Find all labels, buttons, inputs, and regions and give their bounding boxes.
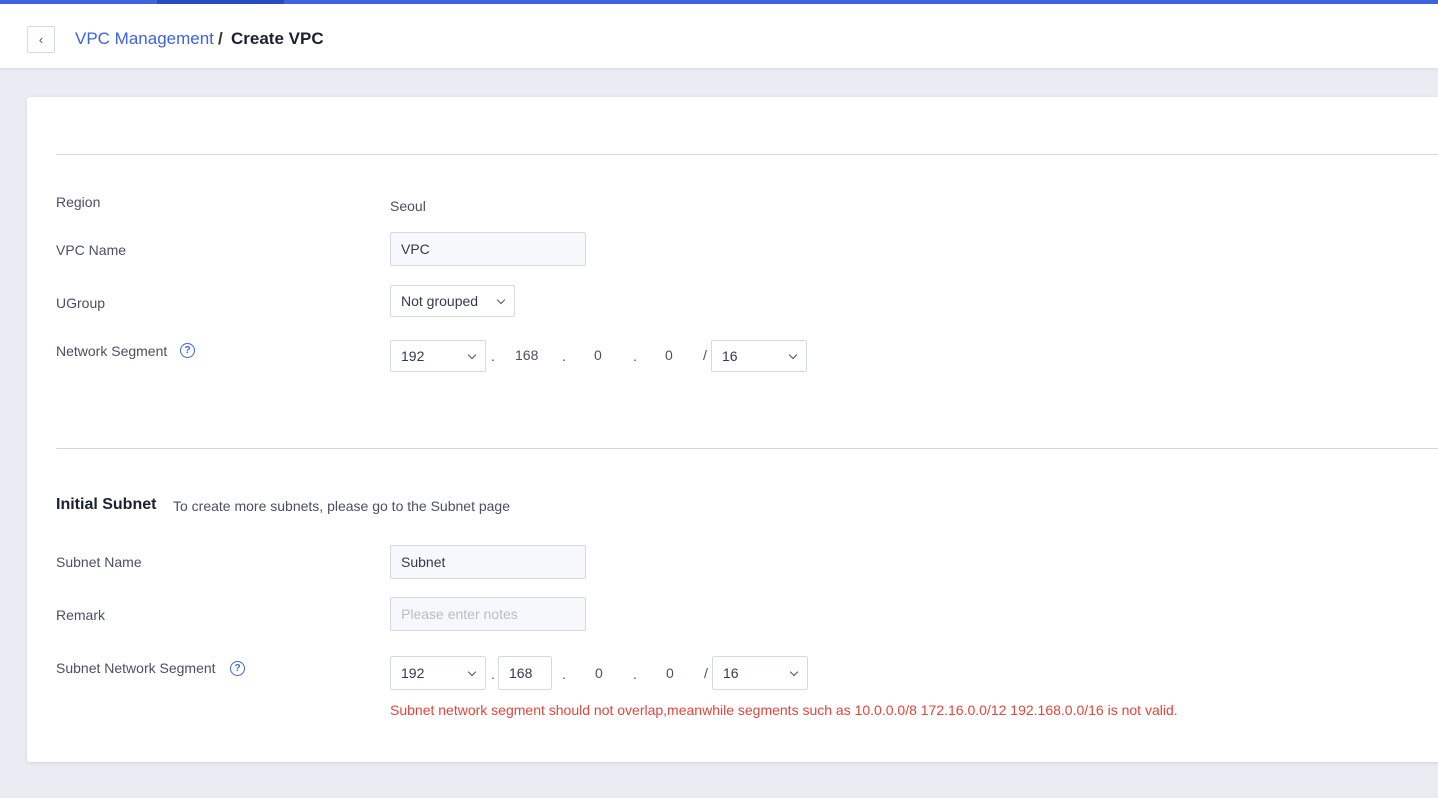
subnet-segment-error: Subnet network segment should not overla…: [390, 702, 1178, 718]
remark-input[interactable]: [390, 597, 586, 631]
vpc-name-label: VPC Name: [56, 242, 127, 258]
segment-mask-value: 16: [722, 348, 738, 364]
region-value: Seoul: [390, 198, 426, 214]
chevron-down-icon: [789, 667, 799, 676]
subnet-mask-value: 16: [723, 665, 739, 681]
chevron-down-icon: [467, 667, 477, 676]
subnet-name-label: Subnet Name: [56, 554, 142, 570]
subnet-octet1-value: 192: [401, 665, 425, 681]
segment-octet1-select[interactable]: 192: [390, 340, 486, 372]
subnet-octet3: 0: [595, 665, 603, 681]
octet-dot: .: [491, 666, 495, 682]
octet-dot: .: [562, 666, 566, 682]
octet-dot: .: [491, 348, 495, 364]
initial-subnet-hint: To create more subnets, please go to the…: [173, 498, 511, 514]
ugroup-label: UGroup: [56, 295, 106, 311]
remark-label: Remark: [56, 607, 106, 623]
octet-dot: .: [633, 666, 637, 682]
subnet-segment-label: Subnet Network Segment: [56, 660, 216, 676]
breadcrumb-vpc-management[interactable]: VPC Management: [75, 29, 214, 49]
chevron-down-icon: [467, 350, 477, 359]
region-label: Region: [56, 194, 101, 210]
initial-subnet-title: Initial Subnet: [56, 496, 157, 513]
octet-dot: .: [562, 348, 566, 364]
ugroup-select[interactable]: Not grouped: [390, 285, 515, 317]
octet-dot: .: [633, 348, 637, 364]
back-button[interactable]: ‹: [27, 26, 55, 53]
segment-octet4: 0: [665, 347, 673, 363]
divider: [56, 154, 1438, 155]
breadcrumb-separator: /: [218, 29, 223, 48]
segment-octet3: 0: [594, 347, 602, 363]
subnet-octet1-select[interactable]: 192: [390, 656, 486, 690]
segment-octet1-value: 192: [401, 348, 425, 364]
subnet-mask-select[interactable]: 16: [712, 656, 808, 690]
segment-mask-select[interactable]: 16: [711, 340, 807, 372]
chevron-down-icon: [496, 295, 506, 304]
vpc-name-input[interactable]: [390, 232, 586, 266]
mask-slash: /: [704, 665, 708, 681]
subnet-octet2-input[interactable]: [498, 656, 552, 690]
mask-slash: /: [703, 347, 707, 363]
subnet-octet4: 0: [666, 665, 674, 681]
help-icon[interactable]: ?: [230, 661, 245, 676]
page-header: ‹ VPC Management / Create VPC: [0, 4, 1438, 68]
ugroup-selected-value: Not grouped: [401, 293, 479, 309]
network-segment-label: Network Segment: [56, 343, 168, 359]
help-icon[interactable]: ?: [180, 343, 195, 358]
page-title: Create VPC: [231, 29, 324, 48]
segment-octet2: 168: [515, 347, 539, 363]
subnet-name-input[interactable]: [390, 545, 586, 579]
chevron-down-icon: [788, 350, 798, 359]
chevron-left-icon: ‹: [38, 32, 44, 47]
divider: [56, 448, 1438, 449]
